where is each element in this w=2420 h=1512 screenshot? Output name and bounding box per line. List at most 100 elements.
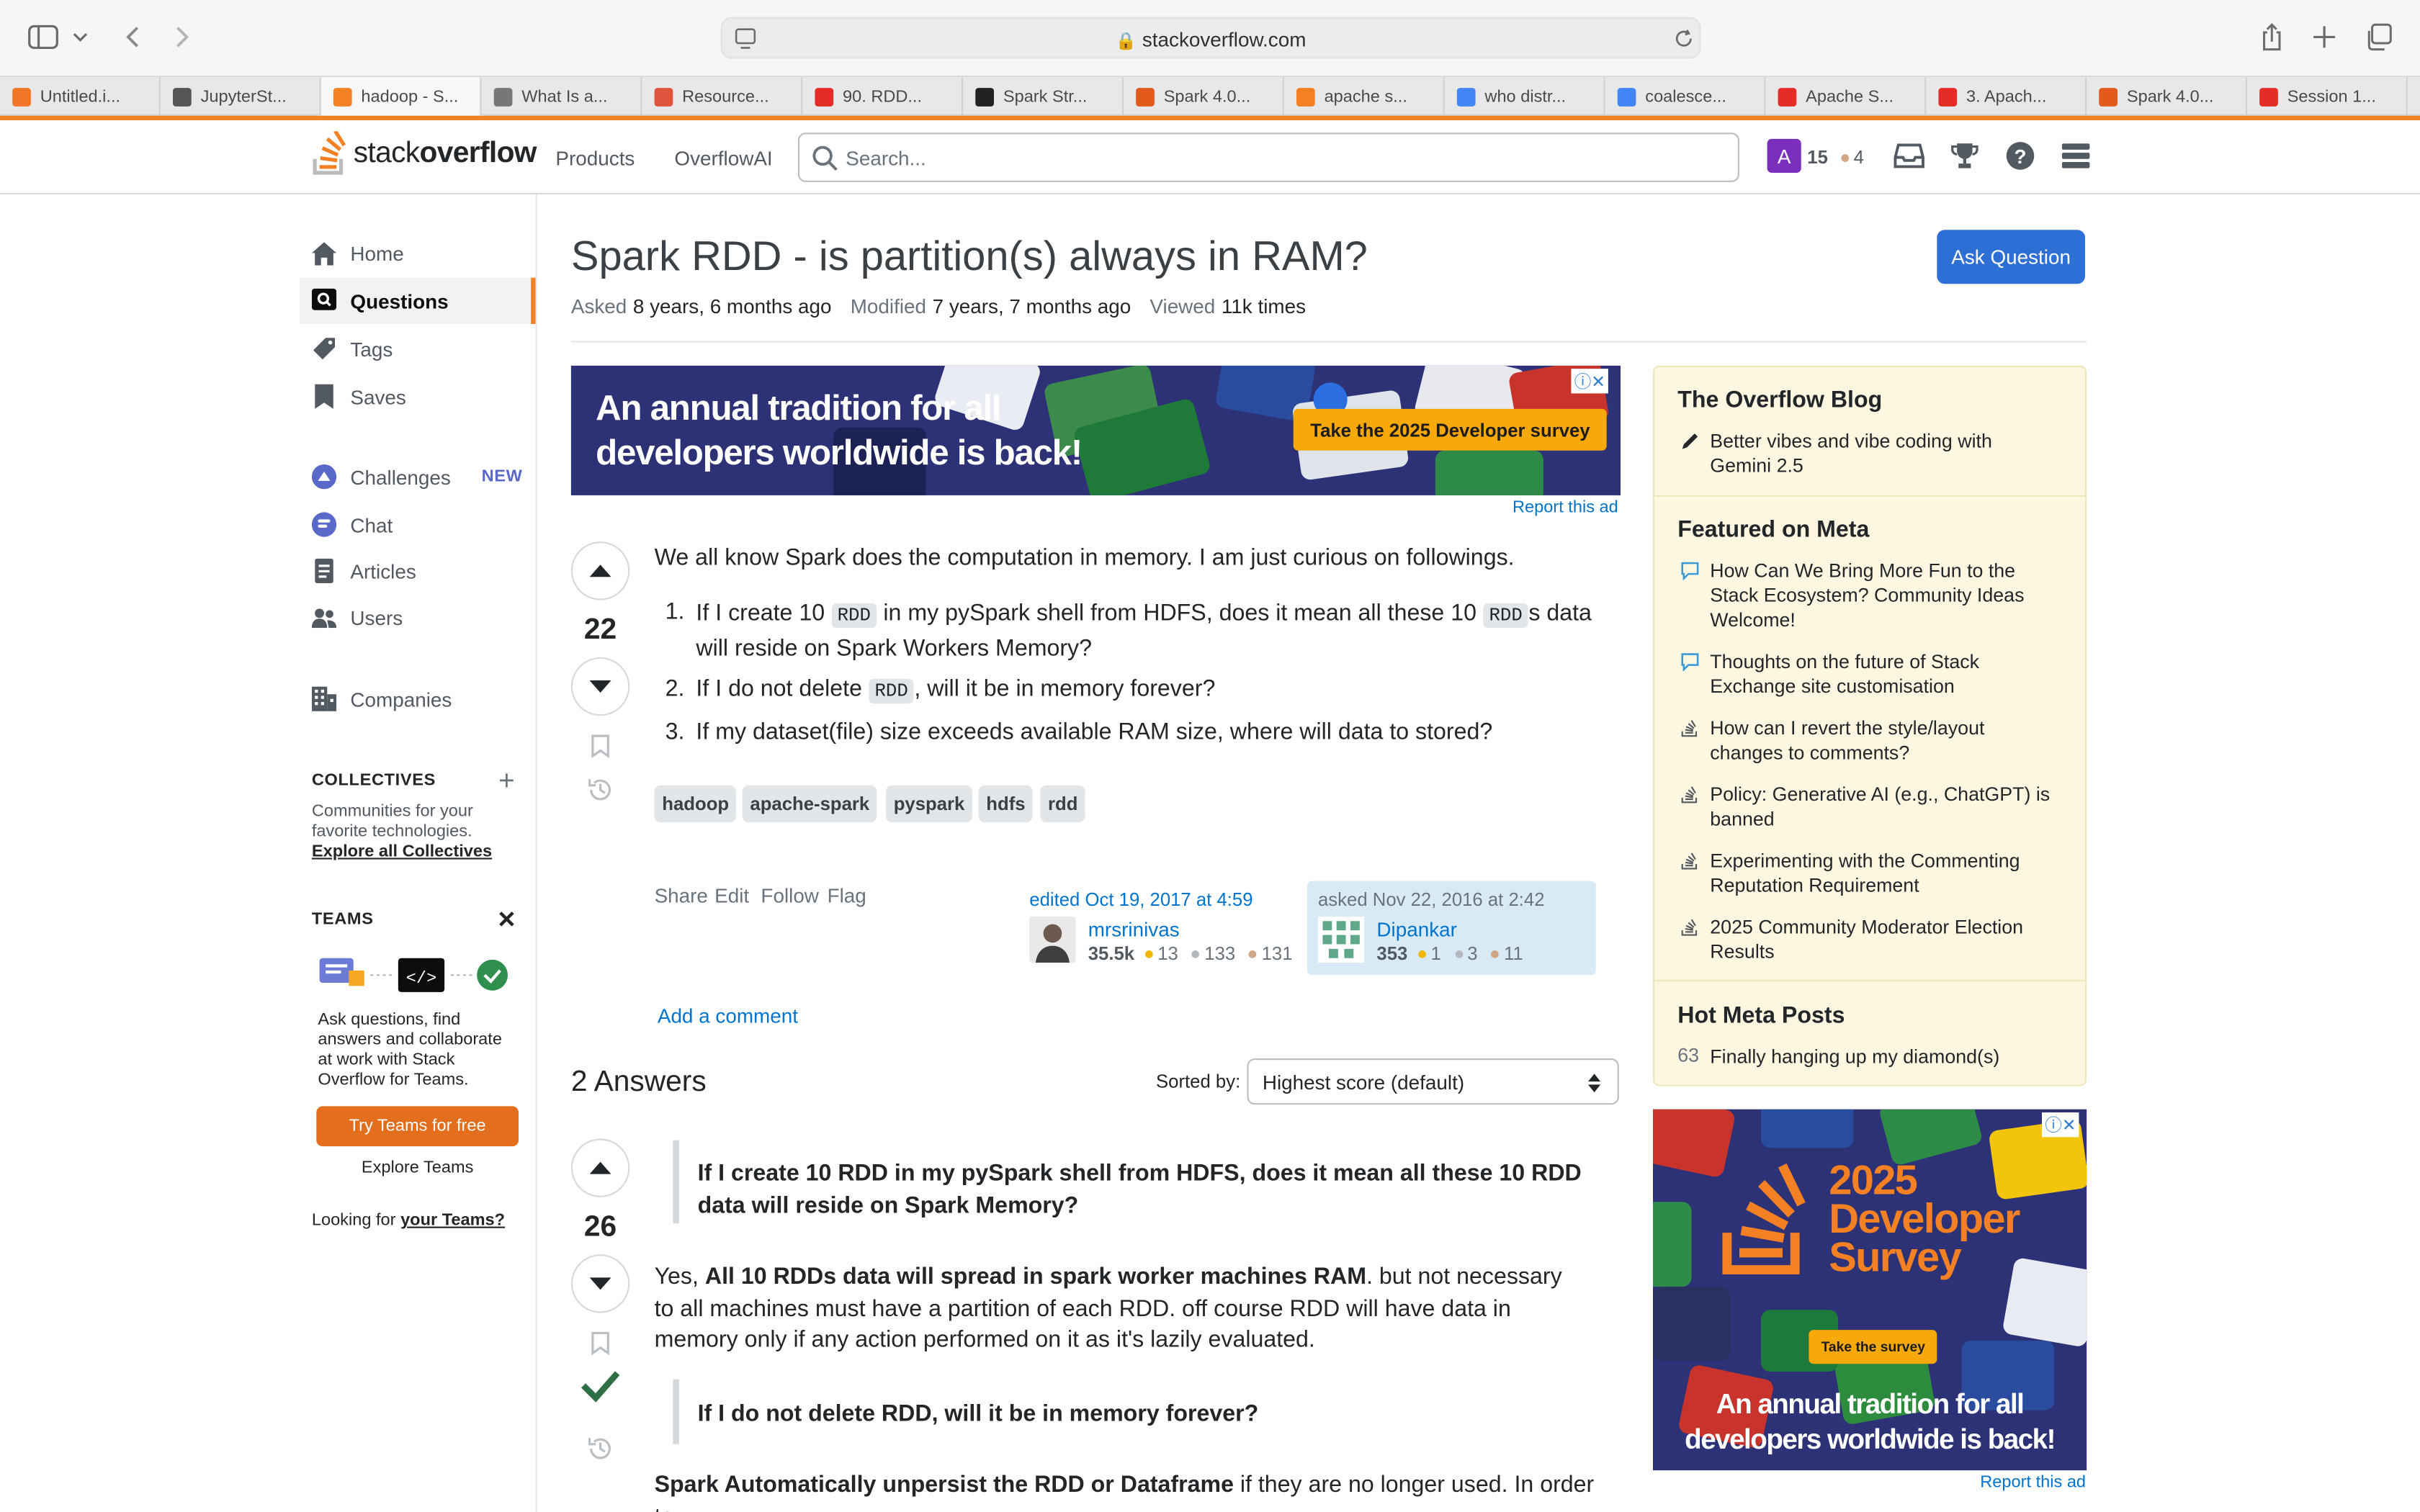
browser-tab[interactable]: Resource... [642,77,803,116]
answer-vote-count: 26 [583,1211,617,1244]
users-icon [311,605,337,629]
meta-item[interactable]: 2025 Community Moderator Election Result… [1710,915,2057,965]
answer-downvote-button[interactable] [570,1254,630,1313]
add-collective-icon[interactable]: + [498,765,515,798]
tab-favicon-icon [654,87,673,106]
upvote-button[interactable] [570,541,630,600]
sidebar-advertisement[interactable]: 2025 Developer Survey Take the survey An a… [1653,1109,2087,1471]
asker-silver: 3 [1467,942,1478,965]
browser-tab[interactable]: Spark 4.0... [2087,77,2247,116]
try-teams-button[interactable]: Try Teams for free [316,1106,519,1147]
meta-item[interactable]: Experimenting with the Commenting Reputa… [1710,849,2057,899]
forward-icon[interactable] [163,19,200,55]
chevron-down-icon[interactable] [65,19,96,55]
close-icon[interactable]: ✕ [497,906,516,933]
stack-exchange-icon [1681,918,1700,937]
browser-tab[interactable]: hadoop - S... [321,77,482,116]
browser-tab[interactable]: 90. RDD... [802,77,964,116]
modified-value[interactable]: 7 years, 7 months ago [933,294,1131,318]
nav-tags[interactable]: Tags [300,325,536,372]
edited-timestamp[interactable]: edited Oct 19, 2017 at 4:59 [1029,888,1252,910]
tag-pyspark[interactable]: pyspark [886,785,973,823]
nav-users[interactable]: Users [300,594,536,640]
answer-history-icon[interactable] [586,1435,614,1463]
explore-teams-link[interactable]: Explore Teams [316,1158,519,1177]
asker-name[interactable]: Dipankar [1376,918,1456,941]
browser-tab[interactable]: Spark 4.0... [1124,77,1284,116]
ad-close-icon[interactable]: ⓘ✕ [1571,369,1609,394]
browser-tab[interactable]: apache s... [1284,77,1445,116]
share-icon[interactable] [2254,19,2290,55]
asker-avatar[interactable] [1318,916,1365,963]
question-title[interactable]: Spark RDD - is partition(s) always in RA… [571,233,1368,281]
advertisement-banner[interactable]: An annual tradition for all developers wo… [570,365,1621,495]
ad-cta-button[interactable]: Take the 2025 Developer survey [1293,408,1608,451]
tag-hadoop[interactable]: hadoop [654,785,737,823]
nav-articles[interactable]: Articles [300,548,536,594]
history-icon[interactable] [586,776,614,804]
nav-questions[interactable]: Questions [299,277,536,324]
new-tab-icon[interactable] [2305,19,2342,55]
browser-tab[interactable]: who distr... [1445,77,1605,116]
ad-close-icon[interactable]: ⓘ✕ [2042,1112,2079,1138]
nav-saves[interactable]: Saves [300,374,536,420]
browser-tab[interactable]: Spark Str... [963,77,1124,116]
report-side-ad-link[interactable]: Report this ad [1980,1473,2086,1492]
tag-rdd[interactable]: rdd [1040,785,1086,823]
blog-item[interactable]: Better vibes and vibe coding with Gemini… [1710,429,2057,479]
your-teams-link[interactable]: your Teams? [400,1211,505,1230]
tag-hdfs[interactable]: hdfs [978,785,1034,823]
sort-select[interactable]: Highest score (default) [1247,1058,1619,1105]
share-link[interactable]: Share [655,884,708,907]
downvote-button[interactable] [570,657,630,716]
meta-item[interactable]: How Can We Bring More Fun to the Stack E… [1710,559,2057,633]
browser-tab[interactable]: Untitled.i... [0,77,161,116]
editor-avatar[interactable] [1029,916,1076,963]
report-ad-link[interactable]: Report this ad [1512,498,1618,517]
tab-label: Session 1... [2287,87,2376,106]
editor-name[interactable]: mrsrinivas [1088,918,1180,941]
editor-reputation: 35.5k 13 133 131 [1088,942,1293,964]
reload-icon[interactable] [1673,28,1695,50]
nav-companies[interactable]: Companies [300,676,536,722]
help-icon[interactable]: ? [2006,142,2035,170]
sidebar-toggle-icon[interactable] [24,19,61,55]
avatar[interactable]: A [1767,138,1801,173]
add-comment-link[interactable]: Add a comment [658,1004,798,1027]
stackoverflow-logo[interactable]: stackoverflow [310,131,537,177]
browser-tab[interactable]: Apache S... [1765,77,1927,116]
answer-upvote-button[interactable] [570,1138,630,1197]
search-input[interactable]: Search... [797,132,1739,182]
ask-question-button[interactable]: Ask Question [1937,230,2085,284]
hot-meta-item[interactable]: Finally hanging up my diamond(s) [1710,1045,2057,1069]
achievements-icon[interactable] [1951,142,1979,170]
explore-collectives-link[interactable]: Explore all Collectives [312,842,492,861]
nav-home[interactable]: Home [300,230,536,276]
tag-apache-spark[interactable]: apache-spark [742,785,877,823]
bookmark-icon[interactable] [591,734,610,759]
browser-tab[interactable]: coalesce... [1605,77,1766,116]
nav-products[interactable]: Products [555,147,635,170]
meta-item[interactable]: Thoughts on the future of Stack Exchange… [1710,649,2057,699]
asker-bronze: 11 [1504,942,1523,965]
browser-tab[interactable]: What Is a... [482,77,642,116]
nav-chat[interactable]: Chat [300,501,536,547]
nav-articles-label: Articles [350,559,416,582]
nav-challenges[interactable]: Challenges NEW [300,454,536,500]
ad-survey-button[interactable]: Take the survey [1809,1330,1938,1364]
meta-item[interactable]: Policy: Generative AI (e.g., ChatGPT) is… [1710,782,2057,832]
tab-overview-icon[interactable] [2360,19,2396,55]
back-icon[interactable] [115,19,151,55]
browser-tab[interactable]: JupyterSt... [161,77,321,116]
flag-link[interactable]: Flag [828,884,866,907]
site-switcher-icon[interactable] [2061,143,2090,169]
follow-link[interactable]: Follow [761,884,819,907]
edit-link[interactable]: Edit [714,884,749,907]
nav-overflowai[interactable]: OverflowAI [674,147,772,170]
address-bar[interactable]: 🔒 stackoverflow.com [720,17,1701,59]
answer-bookmark-icon[interactable] [591,1331,610,1356]
browser-tab[interactable]: 3. Apach... [1926,77,2087,116]
inbox-icon[interactable] [1894,142,1924,170]
meta-item[interactable]: How can I revert the style/layout change… [1710,716,2057,765]
browser-tab[interactable]: Session 1... [2247,77,2408,116]
